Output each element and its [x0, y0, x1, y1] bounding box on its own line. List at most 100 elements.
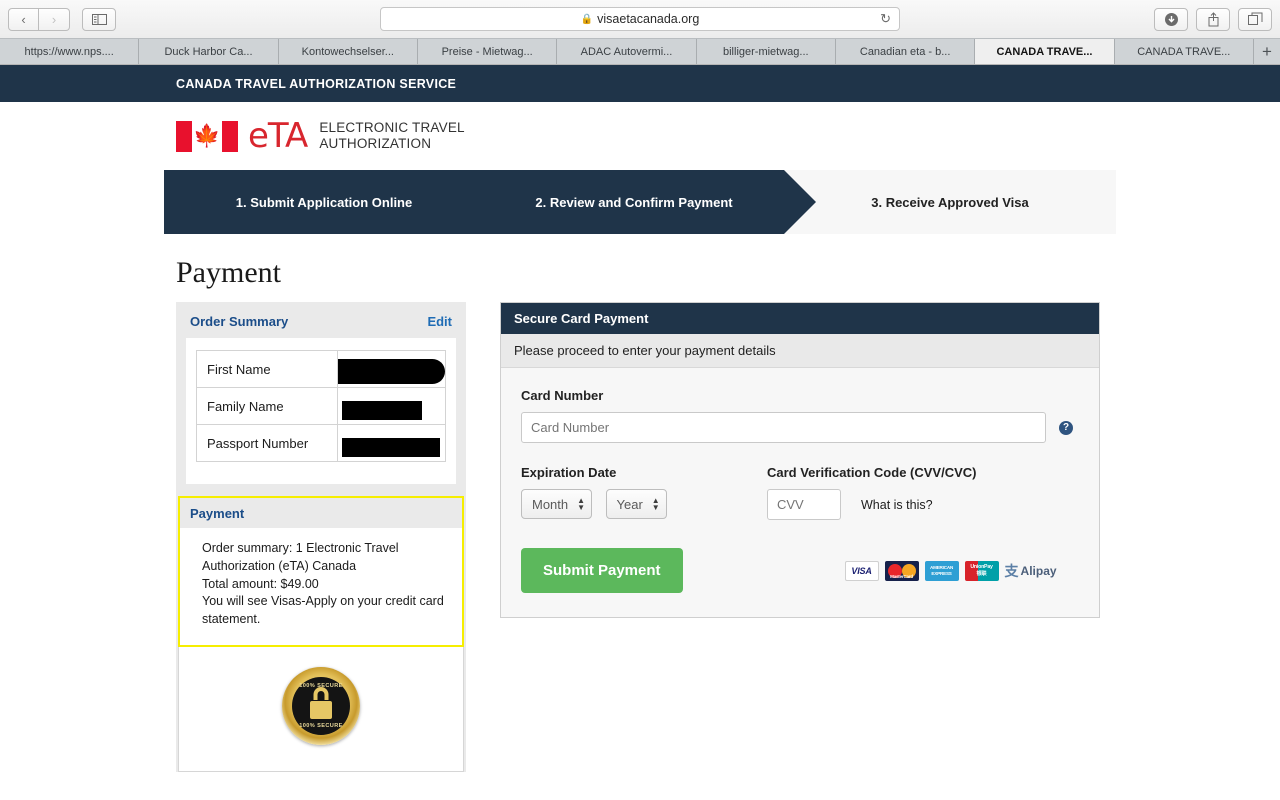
payment-summary-heading: Payment: [180, 498, 462, 528]
browser-tab-1[interactable]: https://www.nps....: [0, 39, 140, 64]
share-button[interactable]: [1196, 7, 1230, 31]
table-row: First Name: [196, 350, 446, 388]
submit-payment-button[interactable]: Submit Payment: [521, 548, 683, 593]
order-summary-table: First Name Family Name Passport Number: [196, 350, 446, 462]
browser-tab-5[interactable]: ADAC Autovermi...: [557, 39, 697, 64]
browser-chrome: ‹ › 🔒 visaetacanada.org ↻ https://www.np…: [0, 0, 1280, 65]
table-row: Family Name: [196, 387, 446, 425]
card-number-help-icon[interactable]: ?: [1059, 420, 1073, 435]
card-number-input[interactable]: [521, 412, 1046, 443]
card-panel-header: Secure Card Payment: [501, 303, 1099, 334]
row-label-family-name: Family Name: [196, 387, 338, 425]
site-logo-row: 🍁 eTA ELECTRONIC TRAVEL AUTHORIZATION: [0, 102, 1280, 170]
tab-label: ADAC Autovermi...: [580, 45, 673, 58]
url-text: visaetacanada.org: [597, 12, 700, 26]
payment-summary-body: Order summary: 1 Electronic Travel Autho…: [180, 528, 462, 645]
visa-label: VISA: [851, 565, 872, 576]
content-area: Order Summary Edit First Name Family Nam…: [0, 302, 1280, 772]
expiration-and-cvv-row: Expiration Date Month ▲ ▼ Year ▲ ▼ Card …: [521, 465, 1079, 520]
edit-order-link[interactable]: Edit: [427, 314, 452, 329]
redaction-block: [338, 358, 445, 384]
secure-card-payment-panel: Secure Card Payment Please proceed to en…: [500, 302, 1100, 618]
back-button[interactable]: ‹: [8, 7, 39, 31]
new-tab-button[interactable]: +: [1253, 39, 1280, 64]
forward-button[interactable]: ›: [39, 7, 70, 31]
step-2-review-confirm-payment[interactable]: 2. Review and Confirm Payment: [484, 170, 784, 234]
chevron-updown-icon: ▲ ▼: [577, 496, 586, 512]
tab-label: Kontowechselser...: [301, 45, 394, 58]
downloads-button[interactable]: [1154, 7, 1188, 31]
row-label-passport-number: Passport Number: [196, 424, 338, 462]
year-value: Year: [616, 496, 643, 512]
toolbar-right-buttons: [1146, 7, 1272, 31]
chevron-updown-icon: ▲ ▼: [651, 496, 660, 512]
sidebar-toggle-button[interactable]: [82, 7, 116, 31]
order-summary-body: First Name Family Name Passport Number: [186, 338, 456, 484]
nav-buttons: ‹ ›: [8, 7, 70, 31]
tabs-overview-icon: [1247, 12, 1262, 25]
browser-tab-9[interactable]: CANADA TRAVE...: [1114, 39, 1254, 64]
payment-line-1: Order summary: 1 Electronic Travel: [202, 541, 399, 555]
maple-leaf-icon: 🍁: [193, 123, 221, 148]
eta-subtitle: ELECTRONIC TRAVEL AUTHORIZATION: [319, 120, 464, 153]
tab-label: CANADA TRAVE...: [996, 45, 1093, 58]
expiration-month-select[interactable]: Month ▲ ▼: [521, 489, 593, 519]
reload-icon[interactable]: ↻: [880, 11, 891, 27]
lock-icon: 🔒: [580, 13, 594, 25]
alipay-glyph: 支: [1004, 562, 1019, 579]
submit-row: Submit Payment VISA MasterCard AMERICAN …: [521, 548, 1079, 593]
unionpay-logo: UnionPay 银联: [964, 560, 999, 581]
back-icon: ‹: [21, 11, 26, 27]
payment-line-4: You will see Visas-Apply on your credit …: [202, 594, 444, 609]
row-value-first-name: [337, 350, 446, 388]
browser-tab-2[interactable]: Duck Harbor Ca...: [139, 39, 279, 64]
canada-flag-icon: 🍁: [176, 120, 238, 152]
payment-line-5: statement.: [202, 612, 261, 626]
progress-steps: 1. Submit Application Online 2. Review a…: [164, 170, 1116, 234]
month-value: Month: [532, 496, 569, 512]
cvv-input[interactable]: [767, 489, 841, 520]
amex-label-line2: EXPRESS: [931, 570, 952, 576]
alipay-label: Alipay: [1020, 563, 1057, 578]
address-bar[interactable]: 🔒 visaetacanada.org ↻: [380, 7, 900, 31]
seal-inner: 100% SECURE 100% SECURE: [292, 676, 350, 735]
cvv-help-link[interactable]: What is this?: [861, 498, 933, 512]
sidebar-icon: [91, 13, 107, 25]
step-1-submit-application[interactable]: 1. Submit Application Online: [164, 170, 484, 234]
expiration-year-select[interactable]: Year ▲ ▼: [605, 489, 667, 519]
step-label: 2. Review and Confirm Payment: [535, 194, 733, 210]
browser-tab-6[interactable]: billiger-mietwag...: [696, 39, 836, 64]
browser-tab-7[interactable]: Canadian eta - b...: [835, 39, 976, 64]
order-summary-heading: Order Summary: [190, 314, 289, 329]
redaction-block: [342, 401, 422, 420]
browser-tab-8-active[interactable]: CANADA TRAVE...: [975, 39, 1115, 64]
card-number-label: Card Number: [521, 388, 604, 403]
tab-label: billiger-mietwag...: [723, 45, 809, 58]
eta-subtitle-line2: AUTHORIZATION: [319, 136, 432, 151]
browser-tab-4[interactable]: Preise - Mietwag...: [417, 39, 558, 64]
eta-subtitle-line1: ELECTRONIC TRAVEL: [319, 119, 465, 135]
secure-seal-wrapper: 100% SECURE 100% SECURE: [178, 646, 464, 772]
cvv-row: What is this?: [767, 489, 976, 520]
mastercard-label: MasterCard: [890, 573, 913, 579]
order-summary-column: Order Summary Edit First Name Family Nam…: [176, 302, 466, 772]
accepted-card-logos: VISA MasterCard AMERICAN EXPRESS UnionPa…: [844, 560, 1057, 581]
site-topbar: CANADA TRAVEL AUTHORIZATION SERVICE: [0, 65, 1280, 102]
step-label: 1. Submit Application Online: [235, 194, 413, 210]
mastercard-logo: MasterCard: [884, 560, 919, 581]
payment-summary-wrapper: Payment Order summary: 1 Electronic Trav…: [176, 496, 466, 772]
card-panel-subheader: Please proceed to enter your payment det…: [501, 334, 1099, 368]
page-content: CANADA TRAVEL AUTHORIZATION SERVICE 🍁 eT…: [0, 65, 1280, 800]
visa-logo: VISA: [844, 560, 879, 581]
seal-bottom-text: 100% SECURE: [299, 722, 343, 729]
plus-icon: +: [1261, 41, 1272, 61]
step-3-receive-approved-visa[interactable]: 3. Receive Approved Visa: [784, 170, 1116, 234]
tab-overview-button[interactable]: [1238, 7, 1272, 31]
table-row: Passport Number: [196, 424, 446, 462]
browser-toolbar: ‹ › 🔒 visaetacanada.org ↻: [0, 0, 1280, 38]
lock-icon: [310, 700, 332, 719]
expiration-date-group: Expiration Date Month ▲ ▼ Year ▲ ▼: [521, 465, 767, 520]
browser-tab-3[interactable]: Kontowechselser...: [278, 39, 418, 64]
forward-icon: ›: [51, 11, 57, 27]
tab-bar: https://www.nps.... Duck Harbor Ca... Ko…: [0, 38, 1280, 64]
